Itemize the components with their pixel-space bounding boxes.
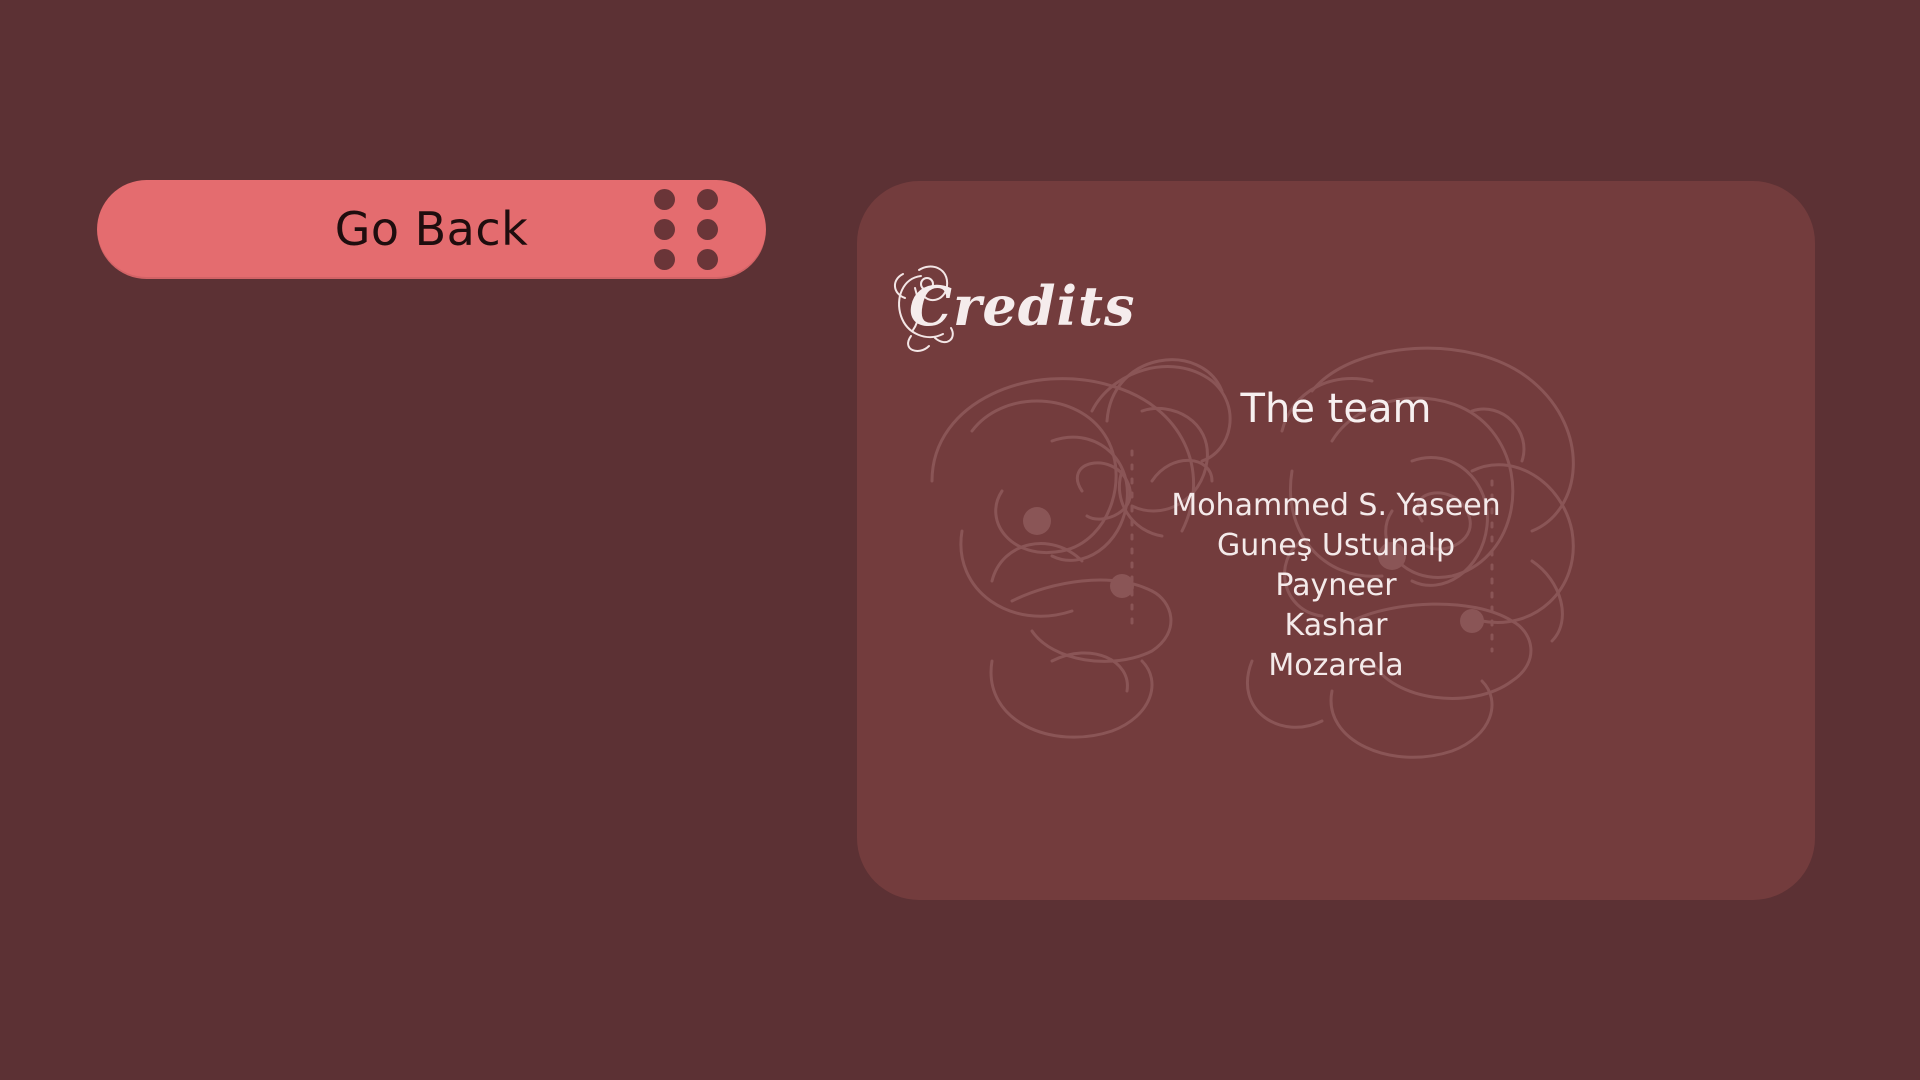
team-member: Payneer: [1275, 568, 1397, 603]
credits-panel: Credits The team Mohammed S. Yaseen Gune…: [857, 181, 1815, 900]
credits-title: Credits: [894, 256, 1134, 356]
go-back-button[interactable]: Go Back: [97, 180, 766, 279]
team-heading: The team: [1240, 386, 1432, 432]
drag-handle-icon: [654, 189, 718, 271]
team-member: Mozarela: [1268, 648, 1404, 683]
team-member: Mohammed S. Yaseen: [1171, 488, 1501, 523]
team-members-list: Mohammed S. Yaseen Guneş Ustunalp Paynee…: [857, 486, 1815, 686]
credits-screen: Go Back Credits The team Mohammed S. Yas…: [0, 0, 1920, 1080]
team-member: Kashar: [1284, 608, 1388, 643]
team-member: Guneş Ustunalp: [1216, 528, 1456, 563]
